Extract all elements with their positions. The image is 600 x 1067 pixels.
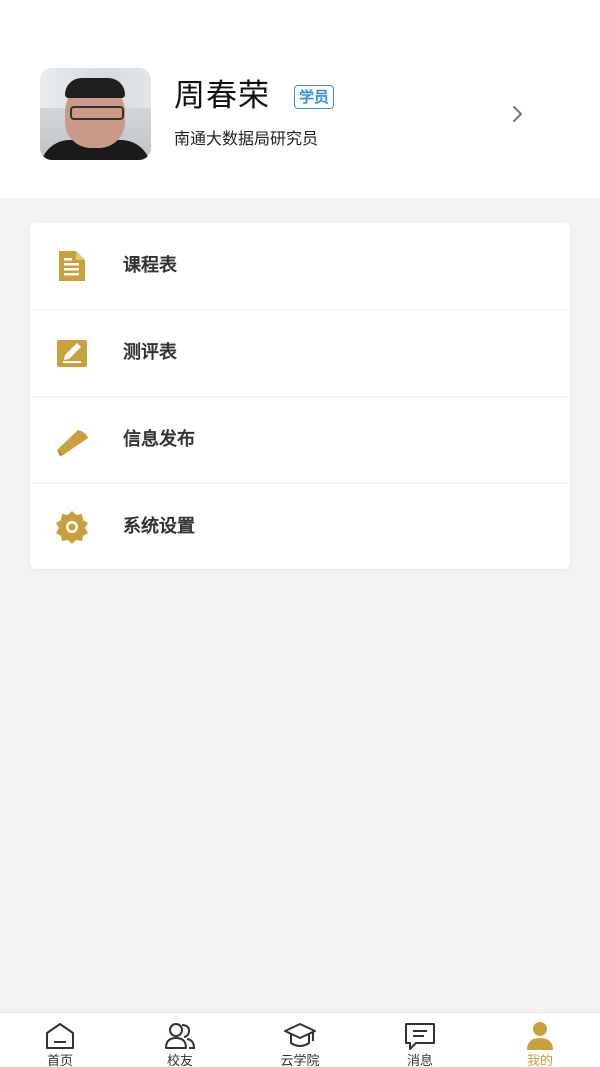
menu-label-publish: 信息发布 bbox=[123, 429, 195, 450]
user-icon bbox=[527, 1022, 553, 1050]
tab-label-mine: 我的 bbox=[526, 1054, 553, 1067]
tab-home[interactable]: 首页 bbox=[0, 1013, 120, 1067]
graduation-cap-icon bbox=[284, 1023, 316, 1047]
megaphone-icon bbox=[57, 430, 88, 456]
tab-cloud-academy[interactable]: 云学院 bbox=[240, 1013, 360, 1067]
menu-item-publish[interactable]: 信息发布 bbox=[30, 397, 570, 484]
avatar[interactable] bbox=[40, 68, 151, 160]
people-icon bbox=[165, 1023, 196, 1049]
role-badge: 学员 bbox=[294, 85, 335, 109]
chevron-right-icon[interactable] bbox=[508, 104, 528, 124]
profile-page: 周春荣 学员 南通大数据局研究员 课程表 测评表 信息发布 系统设置 首页 校友… bbox=[0, 0, 600, 1067]
home-icon bbox=[46, 1023, 74, 1049]
tab-label-cloud-academy: 云学院 bbox=[280, 1054, 320, 1067]
user-name: 周春荣 bbox=[174, 78, 270, 114]
tab-mine[interactable]: 我的 bbox=[480, 1013, 600, 1067]
edit-icon bbox=[57, 340, 87, 367]
menu-list: 课程表 测评表 信息发布 系统设置 bbox=[30, 223, 570, 569]
menu-item-schedule[interactable]: 课程表 bbox=[30, 223, 570, 310]
tab-label-home: 首页 bbox=[46, 1054, 73, 1067]
bottom-tab-bar: 首页 校友 云学院 消息 我的 bbox=[0, 1012, 600, 1067]
menu-item-evaluation[interactable]: 测评表 bbox=[30, 310, 570, 397]
menu-label-settings: 系统设置 bbox=[123, 516, 195, 537]
menu-label-schedule: 课程表 bbox=[123, 255, 177, 276]
menu-label-evaluation: 测评表 bbox=[123, 342, 177, 363]
message-icon bbox=[405, 1023, 435, 1050]
gear-icon bbox=[56, 511, 88, 544]
tab-label-messages: 消息 bbox=[406, 1054, 433, 1067]
document-icon bbox=[59, 251, 85, 281]
tab-messages[interactable]: 消息 bbox=[360, 1013, 480, 1067]
profile-header[interactable]: 周春荣 学员 南通大数据局研究员 bbox=[0, 0, 600, 198]
user-title: 南通大数据局研究员 bbox=[174, 129, 319, 148]
tab-label-alumni: 校友 bbox=[166, 1054, 193, 1067]
menu-item-settings[interactable]: 系统设置 bbox=[30, 484, 570, 570]
tab-alumni[interactable]: 校友 bbox=[120, 1013, 240, 1067]
